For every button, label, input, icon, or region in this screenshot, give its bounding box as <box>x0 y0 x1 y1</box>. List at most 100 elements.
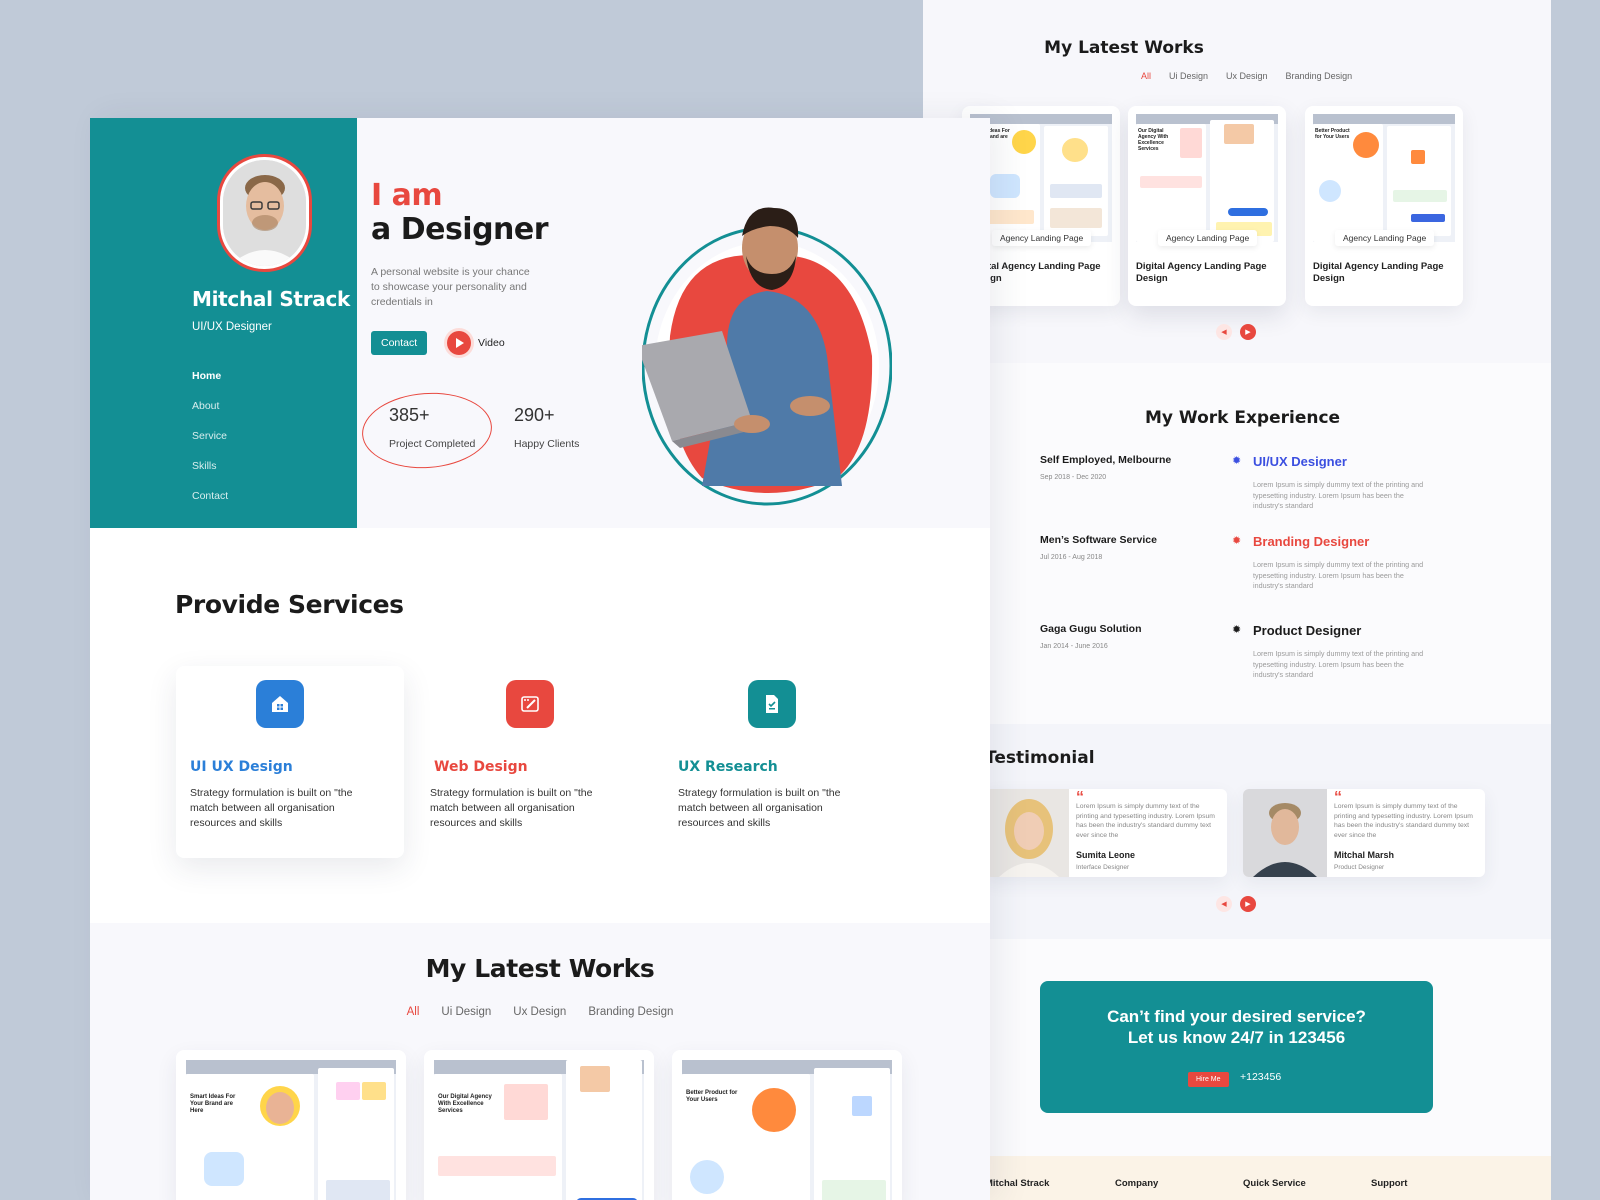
back-page-preview: My Latest Works All Ui Design Ux Design … <box>923 0 1551 1200</box>
next-arrow-icon[interactable]: ▶ <box>1240 896 1256 912</box>
experience-date: Jan 2014 - June 2016 <box>1040 643 1108 650</box>
works-pagination: ◀ ▶ <box>1216 324 1256 340</box>
stat-clients-label: Happy Clients <box>514 438 580 450</box>
play-icon[interactable] <box>447 331 471 355</box>
document-icon <box>748 680 796 728</box>
hire-me-button[interactable]: Hire Me <box>1188 1072 1229 1087</box>
sun-icon: ✹ <box>1232 535 1242 547</box>
work-card[interactable]: Better Product for Your Users Agency Lan… <box>1305 106 1463 306</box>
testimonial-role: Interface Designer <box>1076 864 1130 871</box>
work-caption: Digital Agency Landing Page Design <box>1313 261 1444 284</box>
service-title: UI UX Design <box>190 759 293 775</box>
footer-brand: Mitchal Strack <box>985 1178 1050 1189</box>
filter-branding-design[interactable]: Branding Design <box>588 1006 673 1018</box>
cta-heading: Can’t find your desired service? Let us … <box>1040 1006 1433 1048</box>
experience-role: Product Designer <box>1253 623 1362 638</box>
testimonial-pagination: ◀ ▶ <box>1216 896 1256 912</box>
testimonial-card: “ Lorem Ipsum is simply dummy text of th… <box>1243 789 1485 877</box>
profile-name: Mitchal Strack <box>192 287 351 311</box>
work-thumbnail: Our Digital Agency With Excellence Servi… <box>434 1060 644 1200</box>
experience-company: Self Employed, Melbourne <box>1040 454 1172 466</box>
testimonial-card: “ Lorem Ipsum is simply dummy text of th… <box>985 789 1227 877</box>
work-caption: Digital Agency Landing Page Design <box>970 261 1101 284</box>
latest-works-title: My Latest Works <box>1044 38 1204 58</box>
cta-line-1: Can’t find your desired service? <box>1107 1007 1366 1026</box>
work-card[interactable]: Our Digital Agency With Excellence Servi… <box>424 1050 654 1200</box>
work-thumbnail: Smart Ideas For Your Brand are Here <box>970 114 1112 242</box>
work-card[interactable]: Better Product for Your Users <box>672 1050 902 1200</box>
work-card[interactable]: Our Digital Agency With Excellence Servi… <box>1128 106 1286 306</box>
work-thumbnail: Our Digital Agency With Excellence Servi… <box>1136 114 1278 242</box>
work-thumbnail: Better Product for Your Users <box>1313 114 1455 242</box>
latest-works-title: My Latest Works <box>425 954 655 983</box>
testimonial-role: Product Designer <box>1334 864 1385 871</box>
service-card[interactable]: Web Design Strategy formulation is built… <box>424 666 652 858</box>
cta-banner: Can’t find your desired service? Let us … <box>1040 981 1433 1113</box>
highlight-circle <box>359 388 495 473</box>
filter-all[interactable]: All <box>407 1006 420 1018</box>
thumb-headline: Better Product for Your Users <box>1315 128 1350 140</box>
work-thumbnail: Better Product for Your Users <box>682 1060 892 1200</box>
nav-item-home[interactable]: Home <box>192 370 228 400</box>
testimonial-photo <box>985 789 1069 877</box>
works-filter-bar: All Ui Design Ux Design Branding Design <box>90 1006 990 1018</box>
work-tag: Agency Landing Page <box>992 230 1092 246</box>
thumb-headline: Our Digital Agency With Excellence Servi… <box>1138 128 1169 152</box>
service-title: UX Research <box>678 759 778 775</box>
service-desc: Strategy formulation is built on "the ma… <box>190 787 353 829</box>
filter-ux-design[interactable]: Ux Design <box>513 1006 566 1018</box>
filter-ui-design[interactable]: Ui Design <box>441 1006 491 1018</box>
filter-branding-design[interactable]: Branding Design <box>1286 71 1353 81</box>
service-card[interactable]: UI UX Design Strategy formulation is bui… <box>176 666 404 858</box>
next-arrow-icon[interactable]: ▶ <box>1240 324 1256 340</box>
thumb-headline: Our Digital Agency With Excellence Servi… <box>438 1094 492 1114</box>
experience-role: UI/UX Designer <box>1253 454 1347 469</box>
stat-clients-value: 290+ <box>514 405 555 425</box>
work-card[interactable]: Smart Ideas For Your Brand are Here <box>176 1050 406 1200</box>
prev-arrow-icon[interactable]: ◀ <box>1216 896 1232 912</box>
footer-col-support[interactable]: Support <box>1371 1178 1407 1189</box>
front-page-preview: Mitchal Strack UI/UX Designer Home About… <box>90 118 990 1200</box>
edit-icon <box>506 680 554 728</box>
contact-button[interactable]: Contact <box>371 331 428 355</box>
experience-desc: Lorem Ipsum is simply dummy text of the … <box>1253 560 1424 590</box>
filter-ui-design[interactable]: Ui Design <box>1169 71 1208 81</box>
nav-item-contact[interactable]: Contact <box>192 490 228 520</box>
work-tag: Agency Landing Page <box>1158 230 1258 246</box>
hero-heading-line-1: I am <box>371 178 443 213</box>
services-title: Provide Services <box>175 590 404 619</box>
work-tag: Agency Landing Page <box>1335 230 1435 246</box>
testimonial-text: Lorem Ipsum is simply dummy text of the … <box>1076 803 1215 839</box>
sidebar-nav: Home About Service Skills Contact <box>192 370 228 520</box>
video-link[interactable]: Video <box>478 337 505 349</box>
experience-title: My Work Experience <box>1145 408 1341 428</box>
latest-works-section: My Latest Works All Ui Design Ux Design … <box>923 0 1551 363</box>
thumb-headline: Better Product for Your Users <box>686 1090 738 1103</box>
nav-item-about[interactable]: About <box>192 400 228 430</box>
avatar <box>217 154 312 272</box>
filter-ux-design[interactable]: Ux Design <box>1226 71 1268 81</box>
cta-line-2: Let us know 24/7 in 123456 <box>1127 1028 1346 1047</box>
experience-desc: Lorem Ipsum is simply dummy text of the … <box>1253 649 1424 679</box>
prev-arrow-icon[interactable]: ◀ <box>1216 324 1232 340</box>
home-icon <box>256 680 304 728</box>
filter-all[interactable]: All <box>1141 71 1151 81</box>
service-desc: Strategy formulation is built on "the ma… <box>678 787 841 829</box>
footer: Mitchal Strack Company Quick Service Sup… <box>923 1156 1551 1200</box>
profile-sidebar: Mitchal Strack UI/UX Designer Home About… <box>90 118 357 528</box>
sun-icon: ✹ <box>1232 624 1242 636</box>
nav-item-skills[interactable]: Skills <box>192 460 228 490</box>
testimonial-photo <box>1243 789 1327 877</box>
service-title: Web Design <box>434 759 528 775</box>
cta-phone: +123456 <box>1240 1071 1282 1083</box>
hero-portrait <box>642 207 892 506</box>
testimonial-name: Mitchal Marsh <box>1334 850 1395 860</box>
experience-company: Men’s Software Service <box>1040 534 1157 546</box>
service-card[interactable]: UX Research Strategy formulation is buil… <box>672 666 900 858</box>
footer-col-company[interactable]: Company <box>1115 1178 1158 1189</box>
footer-col-quick-service[interactable]: Quick Service <box>1243 1178 1306 1189</box>
profile-role: UI/UX Designer <box>192 321 272 333</box>
sun-icon: ✹ <box>1232 455 1242 467</box>
nav-item-service[interactable]: Service <box>192 430 228 460</box>
experience-company: Gaga Gugu Solution <box>1040 623 1142 635</box>
